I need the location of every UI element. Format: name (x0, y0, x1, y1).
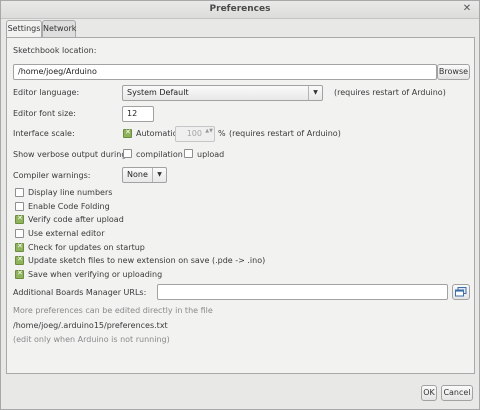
code-folding-label: Enable Code Folding (28, 202, 110, 211)
font-size-input[interactable]: 12 (122, 106, 154, 122)
spin-arrows-icon: ▲▼ (205, 128, 213, 134)
more-prefs-note: More preferences can be edited directly … (13, 306, 213, 315)
boards-url-label: Additional Boards Manager URLs: (13, 288, 147, 297)
boards-url-edit-button[interactable] (452, 284, 470, 300)
prefs-file-path: /home/joeg/.arduino15/preferences.txt (13, 321, 168, 330)
warnings-label: Compiler warnings: (13, 171, 91, 180)
scale-auto-checkbox[interactable] (123, 128, 132, 138)
scale-label: Interface scale: (13, 129, 75, 138)
code-folding-checkbox[interactable] (15, 202, 24, 211)
external-editor-label: Use external editor (28, 229, 105, 238)
window-stack-icon (455, 287, 467, 297)
scale-value: 100 (186, 129, 202, 138)
boards-url-input[interactable] (157, 284, 448, 300)
verbose-label: Show verbose output during: (13, 150, 130, 159)
verbose-upload-checkbox[interactable] (184, 149, 193, 158)
verbose-compilation-label: compilation (136, 150, 183, 159)
verify-upload-label: Verify code after upload (28, 215, 124, 224)
language-label: Editor language: (13, 88, 80, 97)
sketchbook-label: Sketchbook location: (13, 46, 97, 55)
external-editor-checkbox[interactable] (15, 229, 24, 238)
settings-panel: Sketchbook location: /home/joeg/Arduino … (6, 37, 475, 374)
scale-spinner: 100 ▲▼ (175, 126, 215, 142)
scale-note: (requires restart of Arduino) (229, 129, 341, 138)
check-updates-label: Check for updates on startup (28, 243, 145, 252)
language-note: (requires restart of Arduino) (334, 88, 446, 97)
chevron-down-icon: ▼ (308, 86, 322, 100)
browse-button[interactable]: Browse (437, 64, 470, 80)
check-updates-checkbox[interactable] (15, 242, 24, 252)
language-select[interactable]: System Default ▼ (122, 85, 323, 101)
verbose-compilation-checkbox[interactable] (123, 149, 132, 158)
tab-network[interactable]: Network (42, 20, 76, 38)
update-extension-checkbox[interactable] (15, 255, 24, 265)
chevron-down-icon: ▼ (152, 168, 166, 182)
title-bar: Preferences ✕ (1, 1, 479, 19)
line-numbers-checkbox[interactable] (15, 188, 24, 197)
warnings-select-value: None (127, 170, 148, 179)
close-icon[interactable]: ✕ (461, 3, 473, 14)
save-on-verify-label: Save when verifying or uploading (28, 270, 163, 279)
edit-note: (edit only when Arduino is not running) (13, 335, 170, 344)
line-numbers-label: Display line numbers (28, 188, 113, 197)
verify-upload-checkbox[interactable] (15, 214, 24, 224)
language-select-value: System Default (127, 88, 189, 97)
font-size-label: Editor font size: (13, 109, 76, 118)
window-title: Preferences (209, 4, 271, 14)
scale-auto-label: Automatic (136, 129, 178, 138)
save-on-verify-checkbox[interactable] (15, 269, 24, 279)
cancel-button[interactable]: Cancel (441, 385, 473, 401)
update-extension-label: Update sketch files to new extension on … (28, 256, 266, 265)
preferences-window: Preferences ✕ Settings Network Sketchboo… (0, 0, 480, 410)
warnings-select[interactable]: None ▼ (122, 167, 167, 183)
ok-button[interactable]: OK (421, 385, 437, 401)
sketchbook-input[interactable]: /home/joeg/Arduino (13, 64, 437, 80)
scale-unit: % (218, 129, 226, 138)
verbose-upload-label: upload (197, 150, 225, 159)
